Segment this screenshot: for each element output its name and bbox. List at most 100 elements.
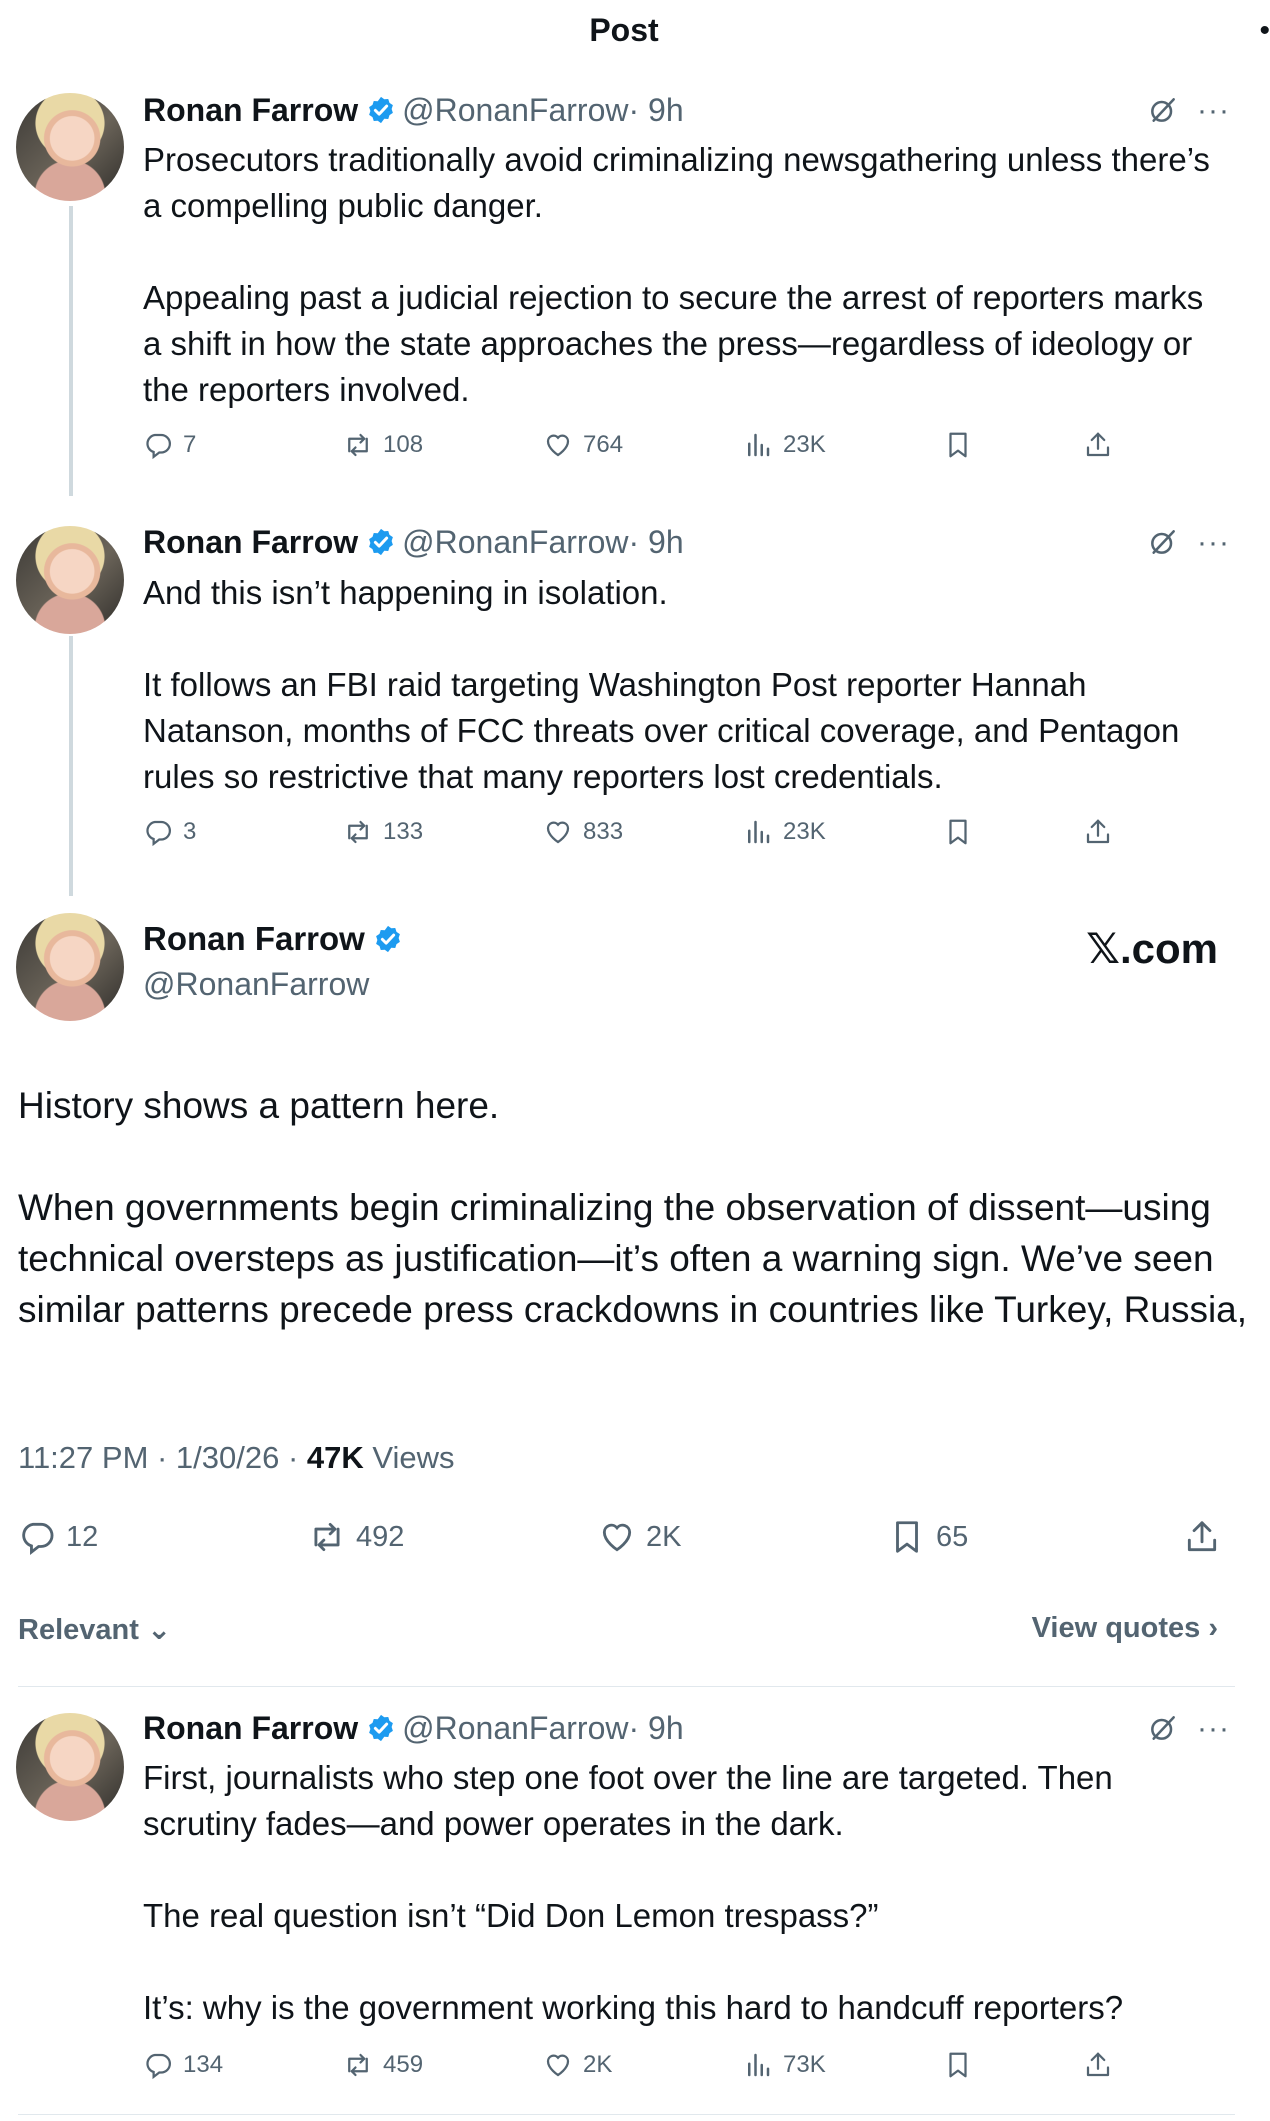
avatar[interactable] [16, 526, 124, 634]
repost-icon [343, 817, 373, 847]
tweet-paragraph: History shows a pattern here. [18, 1085, 500, 1126]
author-handle[interactable]: @RonanFarrow [402, 92, 628, 128]
like-button[interactable]: 833 [543, 817, 623, 847]
like-icon [543, 817, 573, 847]
bookmark-button[interactable] [943, 430, 973, 460]
share-icon [1083, 817, 1113, 847]
grok-icon[interactable] [1147, 526, 1179, 558]
post-time[interactable]: · 9h [628, 92, 683, 128]
tweet-paragraph: Appealing past a judicial rejection to s… [143, 279, 1204, 408]
chevron-down-icon: ⌄ [146, 1614, 172, 1646]
author-name[interactable]: Ronan Farrow [143, 1710, 358, 1746]
grok-icon[interactable] [1147, 94, 1179, 126]
repost-icon [343, 430, 373, 460]
repost-button[interactable]: 133 [343, 817, 423, 847]
tweet-text: First, journalists who step one foot ove… [143, 1755, 1223, 2031]
view-count: 73K [783, 2051, 826, 2078]
post-time[interactable]: · 9h [628, 524, 683, 560]
repost-icon [343, 2050, 373, 2080]
bookmark-button[interactable] [943, 817, 973, 847]
bookmark-button[interactable]: 65 [888, 1518, 968, 1556]
tweet-header: Ronan Farrow @RonanFarrow· 9h [143, 524, 684, 561]
share-icon [1183, 1518, 1221, 1556]
like-count: 2K [646, 1520, 682, 1553]
like-button[interactable]: 2K [598, 1518, 681, 1556]
author-handle[interactable]: @RonanFarrow [402, 524, 628, 560]
share-button[interactable] [1083, 2050, 1113, 2080]
repost-button[interactable]: 459 [343, 2050, 423, 2080]
repost-count: 459 [383, 2051, 424, 2078]
bookmark-icon [943, 430, 973, 460]
reply-button[interactable]: 7 [143, 430, 196, 460]
share-button[interactable] [1183, 1518, 1221, 1556]
views-button[interactable]: 23K [743, 430, 826, 460]
avatar[interactable] [16, 913, 124, 1021]
reply-button[interactable]: 134 [143, 2050, 223, 2080]
like-count: 764 [583, 431, 624, 458]
tweet-paragraph: It’s: why is the government working this… [143, 1989, 1124, 2026]
reply-button[interactable]: 12 [18, 1518, 98, 1556]
tweet-header: Ronan Farrow @RonanFarrow· 9h [143, 92, 684, 129]
view-count: 23K [783, 818, 826, 845]
tweet-text: Prosecutors traditionally avoid criminal… [143, 137, 1223, 413]
sort-label: Relevant [18, 1614, 139, 1646]
verified-badge-icon [366, 527, 396, 557]
views-button[interactable]: 23K [743, 817, 826, 847]
like-count: 2K [583, 2051, 613, 2078]
view-count: 23K [783, 431, 826, 458]
like-count: 833 [583, 818, 624, 845]
tweet-paragraph: Prosecutors traditionally avoid criminal… [143, 141, 1210, 224]
author-handle[interactable]: @RonanFarrow [143, 966, 409, 1003]
x-watermark: 𝕏.com [1086, 925, 1218, 972]
reply-icon [143, 2050, 173, 2080]
tweet-header-actions: ··· [1147, 526, 1230, 560]
like-button[interactable]: 2K [543, 2050, 612, 2080]
reply-button[interactable]: 3 [143, 817, 196, 847]
reply-icon [143, 817, 173, 847]
thread-line [69, 206, 73, 496]
repost-button[interactable]: 492 [308, 1518, 404, 1556]
status-dot: • [1259, 14, 1270, 47]
post-timestamp[interactable]: 11:27 PM · 1/30/26 · [18, 1440, 307, 1475]
bookmark-button[interactable] [943, 2050, 973, 2080]
action-bar: 3 133 833 23K [143, 817, 1123, 857]
avatar[interactable] [16, 1713, 124, 1821]
views-count: 47K [306, 1440, 364, 1475]
avatar[interactable] [16, 93, 124, 201]
repost-button[interactable]: 108 [343, 430, 423, 460]
bookmark-icon [888, 1518, 926, 1556]
author-name[interactable]: Ronan Farrow [143, 920, 365, 957]
view-quotes-label: View quotes [1031, 1612, 1201, 1644]
author-name[interactable]: Ronan Farrow [143, 524, 358, 560]
repost-count: 133 [383, 818, 424, 845]
more-options-icon[interactable]: ··· [1197, 526, 1230, 559]
repost-count: 108 [383, 431, 424, 458]
divider [18, 2114, 1235, 2115]
verified-badge-icon [373, 924, 403, 954]
more-options-icon[interactable]: ··· [1197, 1712, 1230, 1745]
thread-line [69, 636, 73, 896]
author-handle[interactable]: @RonanFarrow [402, 1710, 628, 1746]
share-button[interactable] [1083, 817, 1113, 847]
page-title: Post [589, 12, 659, 48]
bookmark-count: 65 [936, 1520, 969, 1553]
author-name[interactable]: Ronan Farrow [143, 92, 358, 128]
tweet-header-actions: ··· [1147, 1712, 1230, 1746]
more-options-icon[interactable]: ··· [1197, 94, 1230, 127]
view-quotes-link[interactable]: View quotes › [1032, 1612, 1218, 1645]
share-button[interactable] [1083, 430, 1113, 460]
reply-icon [143, 430, 173, 460]
post-time[interactable]: · 9h [628, 1710, 683, 1746]
like-button[interactable]: 764 [543, 430, 623, 460]
tweet-paragraph: And this isn’t happening in isolation. [143, 574, 668, 611]
chevron-right-icon: › [1208, 1612, 1218, 1644]
share-icon [1083, 2050, 1113, 2080]
divider [18, 1686, 1235, 1687]
views-icon [743, 2050, 773, 2080]
views-label: Views [363, 1440, 455, 1475]
tweet-header-actions: ··· [1147, 94, 1230, 128]
views-button[interactable]: 73K [743, 2050, 826, 2080]
grok-icon[interactable] [1147, 1712, 1179, 1744]
action-bar: 7 108 764 23K [143, 430, 1123, 470]
sort-dropdown[interactable]: Relevant ⌄ [18, 1612, 171, 1647]
